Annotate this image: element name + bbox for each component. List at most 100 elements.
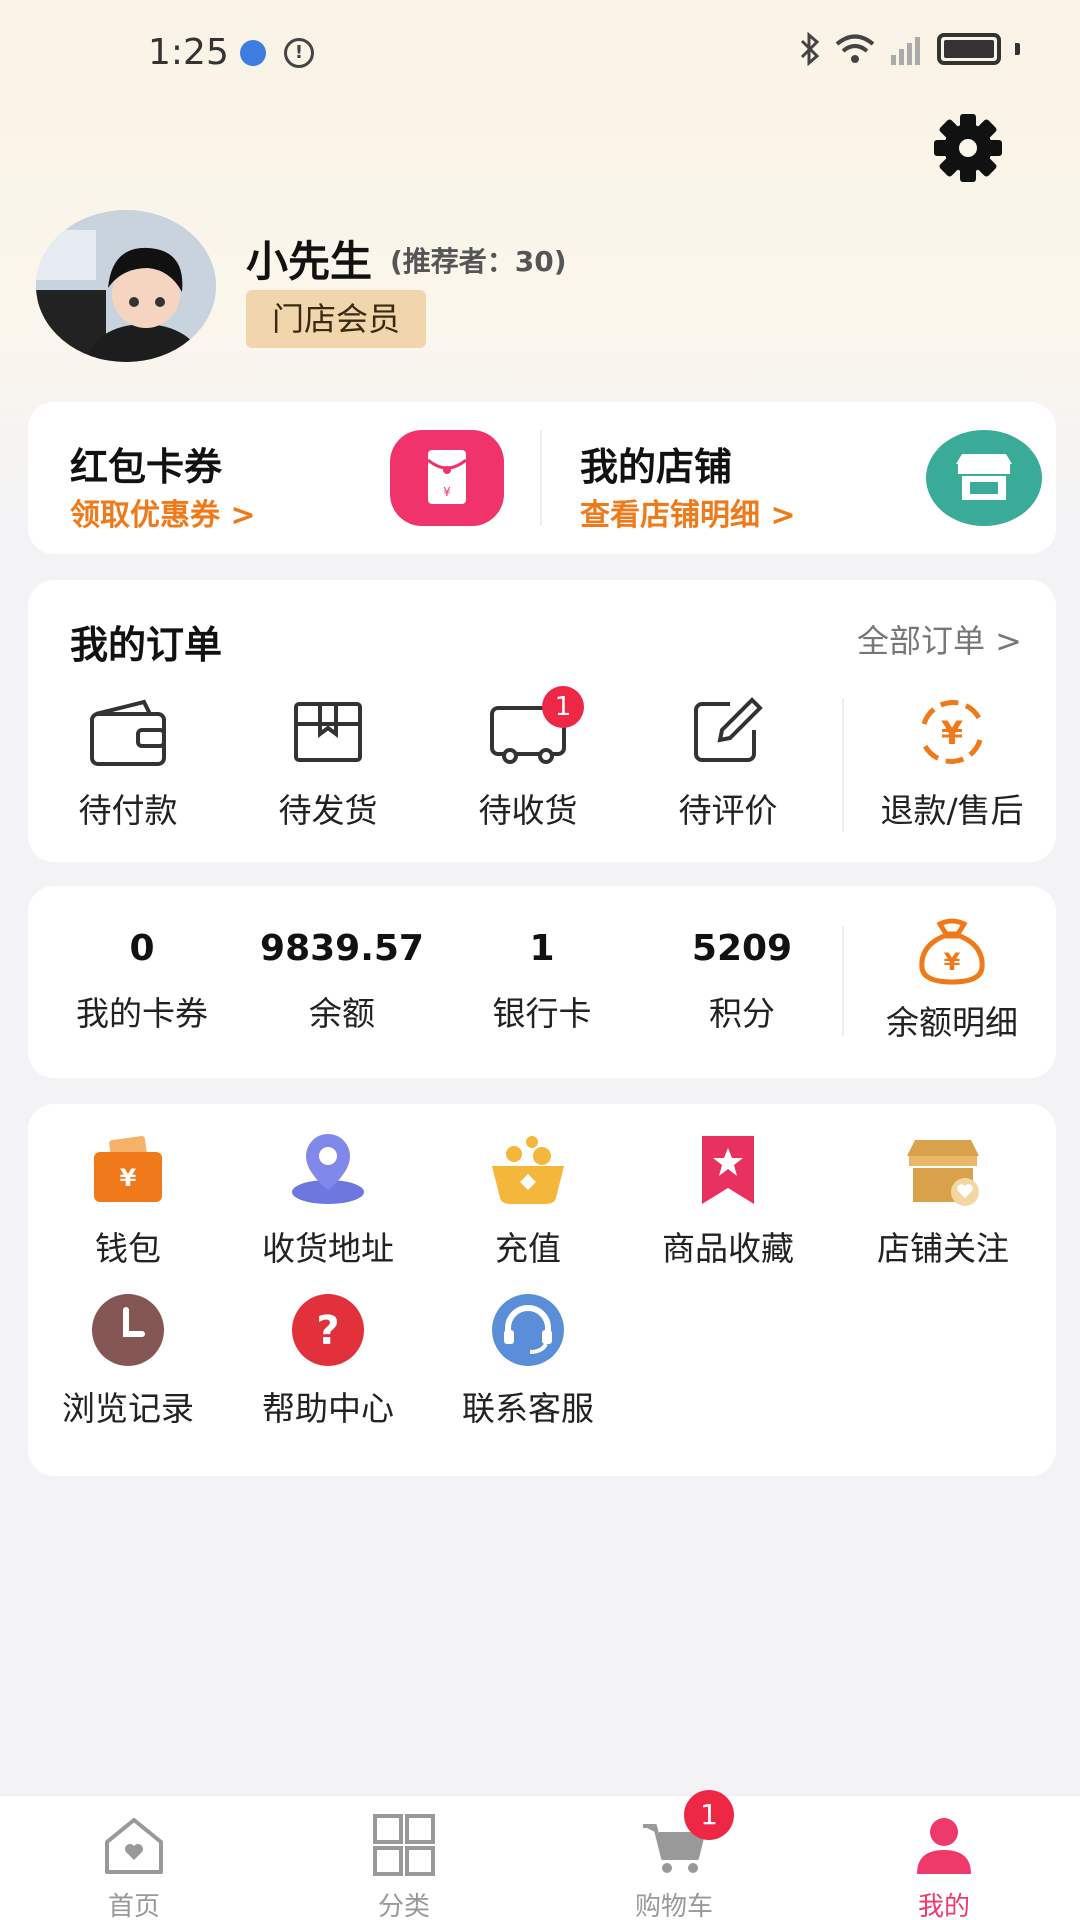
order-label: 退款/售后 (880, 791, 1024, 830)
user-name: 小先生 (246, 237, 373, 286)
tab-label: 首页 (107, 1892, 160, 1920)
store-link: 查看店铺明细 > (580, 498, 796, 533)
store-icon (926, 430, 1042, 526)
category-grid-icon (373, 1814, 435, 1876)
tool-label: 收货地址 (262, 1229, 394, 1268)
wifi-icon (835, 34, 875, 63)
alert-icon: ! (284, 38, 314, 68)
location-pin-icon (292, 1134, 364, 1204)
coupon-entry[interactable]: 红包卡券 领取优惠券 > ¥ (28, 402, 540, 554)
svg-text:¥: ¥ (120, 1164, 137, 1192)
settings-button[interactable] (928, 108, 1008, 188)
order-label: 待发货 (278, 791, 378, 830)
balance-detail[interactable]: ¥ 余额明细 (860, 916, 1044, 1044)
box-icon (294, 702, 362, 762)
promo-card: 红包卡券 领取优惠券 > ¥ 我的店铺 查看店铺明细 > (28, 402, 1056, 554)
avatar[interactable] (36, 210, 216, 362)
tool-followed-stores[interactable]: 店铺关注 (848, 1128, 1038, 1270)
tab-mine[interactable]: 我的 (844, 1812, 1044, 1920)
coupon-title: 红包卡券 (70, 445, 223, 489)
refund-icon: ¥ (921, 700, 983, 764)
tool-customer-service[interactable]: 联系客服 (448, 1288, 608, 1430)
asset-points[interactable]: 5209 积分 (642, 928, 842, 1035)
orders-title: 我的订单 (70, 623, 223, 667)
tab-label: 购物车 (634, 1892, 713, 1920)
assets-card: 0 我的卡券 9839.57 余额 1 银行卡 5209 积分 ¥ 余额明细 (28, 886, 1056, 1078)
tab-label: 我的 (917, 1892, 970, 1920)
tool-label: 充值 (495, 1229, 561, 1268)
user-icon (917, 1818, 971, 1874)
coupon-link: 领取优惠券 > (70, 498, 256, 533)
status-indicators (799, 32, 1020, 66)
tab-cart[interactable]: 购物车 1 (574, 1790, 774, 1920)
money-bag-icon: ¥ (919, 918, 985, 985)
tool-recharge[interactable]: 充值 (448, 1128, 608, 1270)
tool-favorites[interactable]: 商品收藏 (648, 1128, 808, 1270)
headset-icon (492, 1294, 564, 1366)
asset-value: 0 (129, 928, 155, 969)
pending-receipt-badge: 1 (542, 686, 584, 728)
order-label: 待付款 (78, 791, 178, 830)
tool-label: 浏览记录 (62, 1389, 194, 1428)
status-bar: 1:25 ! (0, 0, 1080, 100)
gear-icon (934, 114, 1002, 182)
orders-card: 我的订单 全部订单 > 待付款 待发货 待收货 1 待评价 ¥ 退款/售后 (28, 580, 1056, 862)
all-orders-link[interactable]: 全部订单 > (857, 616, 1022, 662)
asset-value: 9839.57 (260, 928, 424, 969)
order-pending-shipment[interactable]: 待发货 (248, 690, 408, 832)
question-icon: ? (292, 1294, 364, 1366)
store-title: 我的店铺 (580, 445, 733, 489)
svg-text:¥: ¥ (944, 948, 961, 976)
asset-label: 积分 (709, 994, 775, 1033)
order-pending-receipt[interactable]: 待收货 1 (448, 686, 608, 832)
tool-help-center[interactable]: ? 帮助中心 (248, 1288, 408, 1430)
svg-text:¥: ¥ (443, 485, 451, 499)
asset-value: 5209 (691, 928, 793, 969)
tool-label: 联系客服 (462, 1389, 594, 1428)
app-notification-icon (240, 40, 266, 66)
edit-icon (694, 697, 763, 762)
tab-home[interactable]: 首页 (34, 1812, 234, 1920)
tool-label: 店铺关注 (877, 1229, 1009, 1268)
wallet-icon (90, 699, 166, 766)
tool-label: 帮助中心 (262, 1389, 394, 1428)
asset-value: 1 (529, 928, 555, 969)
store-heart-icon (907, 1140, 979, 1206)
asset-label: 银行卡 (492, 994, 592, 1033)
store-entry[interactable]: 我的店铺 查看店铺明细 > (542, 402, 1056, 554)
red-packet-icon: ¥ (390, 430, 504, 526)
tool-wallet[interactable]: ¥ 钱包 (48, 1128, 208, 1270)
status-time: 1:25 (148, 32, 229, 73)
order-refund[interactable]: ¥ 退款/售后 (860, 690, 1044, 832)
tool-address[interactable]: 收货地址 (248, 1128, 408, 1270)
tools-card: ¥ 钱包 收货地址 充值 商品收藏 店铺关注 浏览记录 ? 帮助中心 联系客服 (28, 1104, 1056, 1476)
tab-label: 分类 (377, 1892, 430, 1920)
order-pending-review[interactable]: 待评价 (648, 690, 808, 832)
asset-bank-cards[interactable]: 1 银行卡 (442, 928, 642, 1035)
referrer-info: (推荐者：30) (390, 245, 567, 278)
cart-badge: 1 (684, 1790, 734, 1840)
bottom-tab-bar: 首页 分类 购物车 1 我的 (0, 1790, 1080, 1920)
order-label: 待收货 (478, 791, 578, 830)
tool-label: 钱包 (95, 1229, 161, 1268)
asset-label: 我的卡券 (76, 994, 208, 1033)
order-pending-payment[interactable]: 待付款 (48, 690, 208, 832)
asset-coupons[interactable]: 0 我的卡券 (42, 928, 242, 1035)
tab-category[interactable]: 分类 (304, 1812, 504, 1920)
home-icon (105, 1818, 163, 1874)
recharge-icon (492, 1136, 564, 1204)
clock-icon (92, 1294, 164, 1366)
member-badge: 门店会员 (246, 290, 426, 348)
bookmark-star-icon (702, 1136, 754, 1204)
asset-balance[interactable]: 9839.57 余额 (242, 928, 442, 1035)
battery-icon (937, 33, 1001, 65)
svg-text:?: ? (316, 1308, 339, 1354)
avatar-illustration (36, 210, 216, 362)
bluetooth-icon (800, 32, 820, 66)
tool-history[interactable]: 浏览记录 (48, 1288, 208, 1430)
signal-icon (891, 37, 920, 65)
svg-text:¥: ¥ (941, 714, 963, 752)
tool-label: 商品收藏 (662, 1229, 794, 1268)
asset-label: 余额 (309, 994, 375, 1033)
order-label: 待评价 (678, 791, 778, 830)
